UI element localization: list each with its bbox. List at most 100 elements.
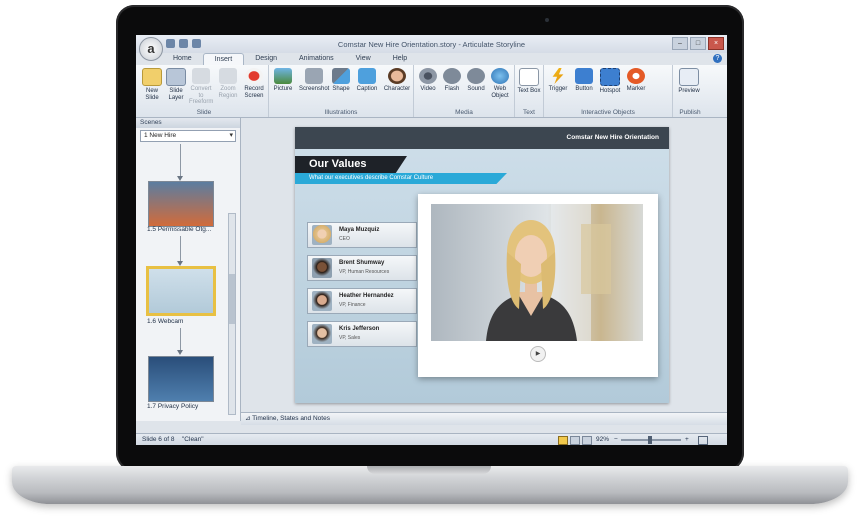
minimize-button[interactable]: – xyxy=(672,37,688,50)
person-card[interactable]: Brent Shumway VP, Human Resources xyxy=(307,255,417,281)
fit-window-icon[interactable] xyxy=(698,436,708,445)
person-name: Maya Muzquiz xyxy=(339,227,380,233)
slide-thumb-1-7[interactable] xyxy=(148,356,214,402)
person-card[interactable]: Heather Hernandez VP, Finance xyxy=(307,288,417,314)
button-button[interactable]: Button xyxy=(572,68,596,93)
group-label-text: Text xyxy=(523,109,535,116)
slide-title: Our Values xyxy=(295,156,407,173)
marker-button[interactable]: Marker xyxy=(624,68,648,93)
hotspot-button[interactable]: Hotspot xyxy=(598,68,622,95)
close-button[interactable]: × xyxy=(708,37,724,50)
sound-button[interactable]: Sound xyxy=(464,68,488,93)
slide-count: Slide 6 of 8 xyxy=(142,436,175,443)
play-icon[interactable]: ▶ xyxy=(530,346,546,362)
hotspot-icon xyxy=(600,68,620,86)
view-normal-icon[interactable] xyxy=(558,436,568,445)
timeline-label: Timeline, States and Notes xyxy=(252,415,330,422)
zoom-region-button[interactable]: Zoom Region xyxy=(216,68,240,99)
view-story-icon[interactable] xyxy=(570,436,580,445)
theme-name: "Clean" xyxy=(182,436,204,443)
slide-label-1-7: 1.7 Privacy Policy xyxy=(147,403,199,410)
laptop-notch xyxy=(367,466,491,474)
screenshot-button[interactable]: Screenshot xyxy=(299,68,329,93)
slide-subtitle: What our executives describe Comstar Cul… xyxy=(295,173,507,184)
slide-label-1-6: 1.6 Webcam xyxy=(147,318,184,325)
person-card[interactable]: Kris Jefferson VP, Sales xyxy=(307,321,417,347)
zoom-slider-handle[interactable] xyxy=(648,436,652,444)
slide-thumb-1-6[interactable] xyxy=(146,266,216,316)
group-label-media: Media xyxy=(455,109,473,116)
slide-thumb-1-5[interactable] xyxy=(148,181,214,227)
caption-button[interactable]: Caption xyxy=(355,68,379,93)
pane-scroll-thumb[interactable] xyxy=(229,274,235,324)
scene-dropdown[interactable]: 1 New Hire xyxy=(140,130,236,142)
record-screen-button[interactable]: Record Screen xyxy=(242,68,266,99)
ribbon: New Slide Slide Layer Convert to Freefor… xyxy=(136,65,727,118)
person-role: VP, Human Resources xyxy=(339,269,390,275)
tab-home[interactable]: Home xyxy=(162,53,203,65)
tab-help[interactable]: Help xyxy=(382,53,418,65)
person-card[interactable]: Maya Muzquiz CEO xyxy=(307,222,417,248)
character-icon xyxy=(388,68,406,84)
person-photo xyxy=(312,258,332,278)
video-button[interactable]: Video xyxy=(416,68,440,93)
connector-line xyxy=(180,236,181,264)
text-box-button[interactable]: Text Box xyxy=(517,68,541,95)
ribbon-group-slide: New Slide Slide Layer Convert to Freefor… xyxy=(140,65,269,117)
maximize-button[interactable]: □ xyxy=(690,37,706,50)
status-bar: Slide 6 of 8 "Clean" 92% − + xyxy=(136,433,727,445)
slide-canvas[interactable]: Comstar New Hire Orientation Our Values … xyxy=(295,127,669,403)
video-reel-icon xyxy=(419,68,437,84)
app-logo[interactable]: a xyxy=(139,37,163,61)
timeline-bar[interactable]: ⊿ Timeline, States and Notes xyxy=(241,412,727,425)
zoom-out-icon[interactable]: − xyxy=(614,434,618,445)
connector-line xyxy=(180,144,181,178)
new-slide-icon xyxy=(142,68,162,86)
person-role: CEO xyxy=(339,236,350,242)
zoom-level: 92% xyxy=(596,436,610,443)
button-shape-icon xyxy=(575,68,593,84)
picture-button[interactable]: Picture xyxy=(271,68,295,93)
convert-freeform-icon xyxy=(192,68,210,84)
scenes-header: Scenes xyxy=(136,118,240,128)
flash-icon xyxy=(443,68,461,84)
sound-icon xyxy=(467,68,485,84)
ribbon-group-text: Text Box Text xyxy=(515,65,544,117)
lightning-icon xyxy=(552,68,564,84)
shape-button[interactable]: Shape xyxy=(329,68,353,93)
ribbon-group-interactive: Trigger Button Hotspot Marker Interactiv… xyxy=(544,65,673,117)
trigger-button[interactable]: Trigger xyxy=(546,68,570,93)
video-player[interactable] xyxy=(431,204,643,341)
tab-design[interactable]: Design xyxy=(244,53,288,65)
app-screen: Comstar New Hire Orientation.story - Art… xyxy=(136,35,727,445)
preview-icon xyxy=(679,68,699,86)
slide-layer-button[interactable]: Slide Layer xyxy=(164,68,188,101)
tab-animations[interactable]: Animations xyxy=(288,53,345,65)
globe-icon xyxy=(491,68,509,84)
presenter-image xyxy=(486,204,611,341)
zoom-in-icon[interactable]: + xyxy=(685,434,689,445)
group-label-publish: Publish xyxy=(679,109,701,116)
new-slide-button[interactable]: New Slide xyxy=(140,68,164,101)
character-button[interactable]: Character xyxy=(383,68,411,93)
picture-icon xyxy=(274,68,292,84)
pane-scrollbar[interactable] xyxy=(228,213,236,415)
tab-insert[interactable]: Insert xyxy=(202,53,245,65)
slide-label-1-5: 1.5 Permissable Otg... xyxy=(147,226,212,233)
flash-button[interactable]: Flash xyxy=(440,68,464,93)
marker-icon xyxy=(627,68,645,84)
text-box-icon xyxy=(519,68,539,86)
help-icon[interactable]: ? xyxy=(713,54,722,63)
flow-arrow xyxy=(177,350,183,355)
record-icon xyxy=(245,68,263,84)
scenes-pane: Scenes 1 New Hire 1.5 Permissable Otg...… xyxy=(136,118,241,421)
convert-to-freeform-button[interactable]: Convert to Freeform xyxy=(189,68,213,106)
view-preview-icon[interactable] xyxy=(582,436,592,445)
slide-stage: Comstar New Hire Orientation Our Values … xyxy=(241,118,727,412)
preview-button[interactable]: Preview xyxy=(677,68,701,95)
timeline-expand-icon[interactable]: ⊿ xyxy=(241,415,250,422)
tab-view[interactable]: View xyxy=(345,53,382,65)
web-object-button[interactable]: Web Object xyxy=(488,68,512,99)
group-label-slide: Slide xyxy=(196,109,212,116)
group-label-interactive: Interactive Objects xyxy=(581,109,635,116)
